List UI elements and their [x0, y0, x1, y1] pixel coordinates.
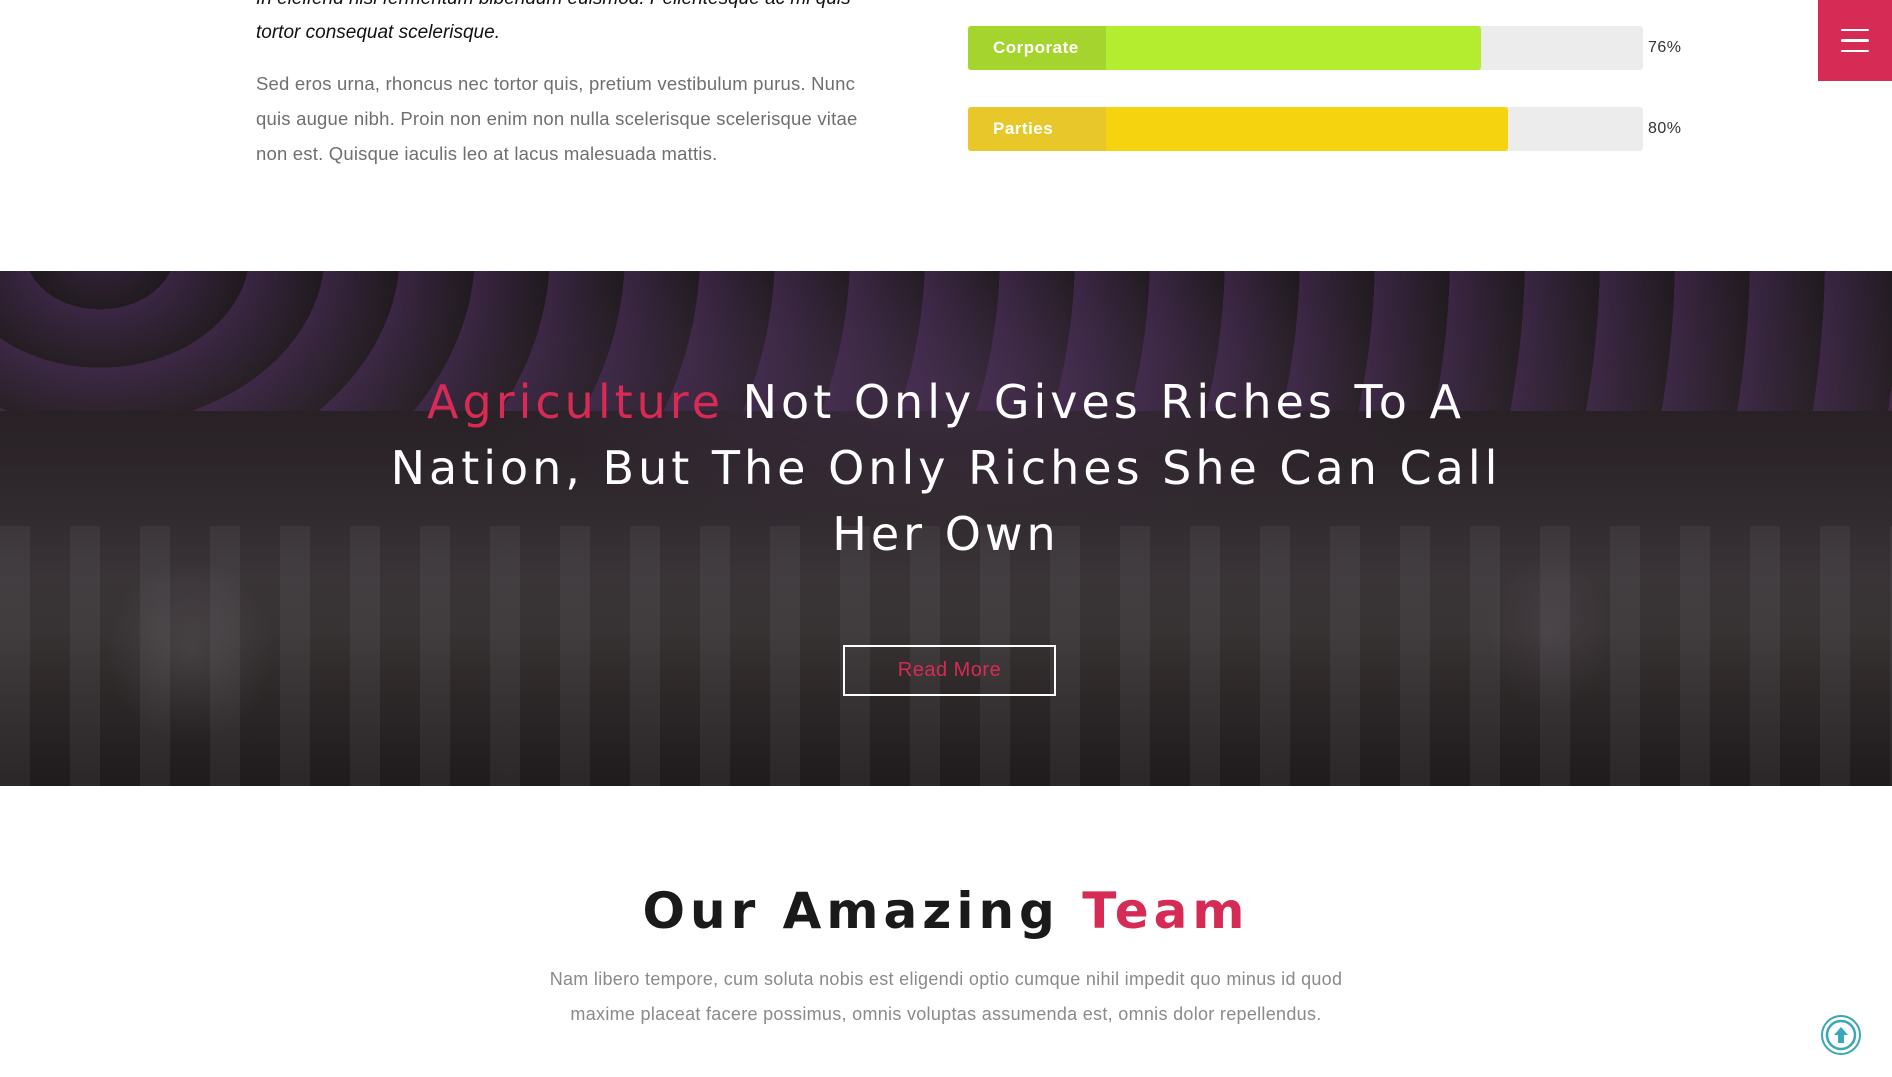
skill-bar-parties: Parties 80%: [968, 107, 1688, 151]
about-section: In eleifend nisi fermentum bibendum euis…: [0, 0, 1892, 271]
banner-quote: Agriculture Not Only Gives Riches To A N…: [346, 369, 1546, 567]
quote-line-2: Nation, But The Only Riches She Can Call: [390, 441, 1502, 495]
about-italic-text: In eleifend nisi fermentum bibendum euis…: [256, 0, 906, 50]
team-section: Our Amazing Team Nam libero tempore, cum…: [0, 786, 1892, 1077]
quote-accent: Agriculture: [427, 375, 725, 429]
quote-banner: Agriculture Not Only Gives Riches To A N…: [0, 271, 1892, 786]
skill-percent: 76%: [1648, 39, 1682, 56]
about-body-line-3: non est. Quisque iaculis leo at lacus ma…: [256, 143, 718, 164]
skill-label: Parties: [968, 107, 1106, 151]
team-title: Our Amazing Team: [0, 882, 1892, 940]
hamburger-menu-icon: [1841, 28, 1869, 32]
about-body-line-2: quis augue nibh. Proin non enim non null…: [256, 108, 858, 129]
team-title-accent: Team: [1082, 882, 1250, 940]
about-body-text: Sed eros urna, rhoncus nec tortor quis, …: [256, 66, 916, 171]
hamburger-menu-icon: [1841, 39, 1869, 42]
team-desc-line-2: maxime placeat facere possimus, omnis vo…: [570, 1004, 1322, 1024]
quote-line-3: Her Own: [832, 507, 1060, 561]
about-body-line-1: Sed eros urna, rhoncus nec tortor quis, …: [256, 73, 856, 94]
about-italic-line-2: tortor consequat scelerisque.: [256, 22, 500, 43]
hamburger-menu-icon: [1841, 49, 1869, 53]
arrow-up-circle-icon: [1825, 1019, 1857, 1051]
skill-label: Corporate: [968, 26, 1106, 70]
team-title-main: Our Amazing: [642, 882, 1083, 940]
read-more-button[interactable]: Read More: [843, 645, 1056, 696]
skill-percent: 80%: [1648, 120, 1682, 137]
menu-button[interactable]: [1818, 0, 1892, 81]
about-italic-line-1: In eleifend nisi fermentum bibendum euis…: [256, 0, 906, 16]
quote-rest-line-1: Not Only Gives Riches To A: [724, 375, 1465, 429]
team-description: Nam libero tempore, cum soluta nobis est…: [446, 962, 1446, 1032]
quote-line-1: Agriculture Not Only Gives Riches To A: [346, 369, 1546, 435]
scroll-to-top-button[interactable]: [1821, 1015, 1861, 1055]
team-desc-line-1: Nam libero tempore, cum soluta nobis est…: [549, 969, 1343, 989]
skill-bar-corporate: Corporate 76%: [968, 26, 1688, 70]
